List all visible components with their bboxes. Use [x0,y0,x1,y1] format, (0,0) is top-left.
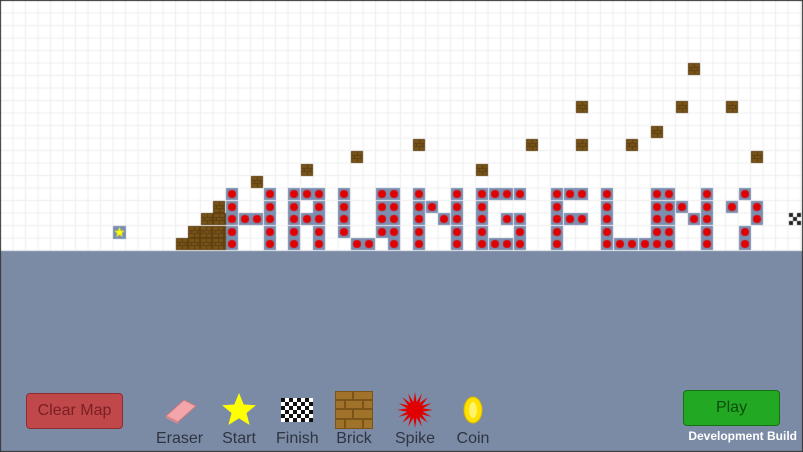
tool-eraser[interactable]: Eraser [156,392,203,448]
tool-start[interactable]: Start [219,392,259,448]
tool-finish[interactable]: Finish [276,392,319,448]
checkered-flag-icon [277,392,317,428]
development-build-label: Development Build [688,429,797,443]
tool-coin-label: Coin [456,430,490,447]
tool-spike[interactable]: Spike [395,392,435,448]
level-editor-canvas[interactable] [0,0,803,452]
tool-eraser-label: Eraser [156,430,204,447]
play-button[interactable]: Play [683,390,780,426]
tool-start-label: Start [222,430,256,447]
clear-map-button[interactable]: Clear Map [26,393,123,429]
star-icon [219,392,259,428]
tool-coin[interactable]: Coin [453,392,493,448]
tool-brick[interactable]: Brick [334,391,374,448]
tool-finish-label: Finish [276,430,319,447]
coin-icon [453,392,493,428]
eraser-icon [160,392,200,428]
tool-spike-label: Spike [395,430,436,447]
brick-icon [334,391,374,429]
tool-brick-label: Brick [336,430,372,447]
spike-icon [395,392,435,428]
